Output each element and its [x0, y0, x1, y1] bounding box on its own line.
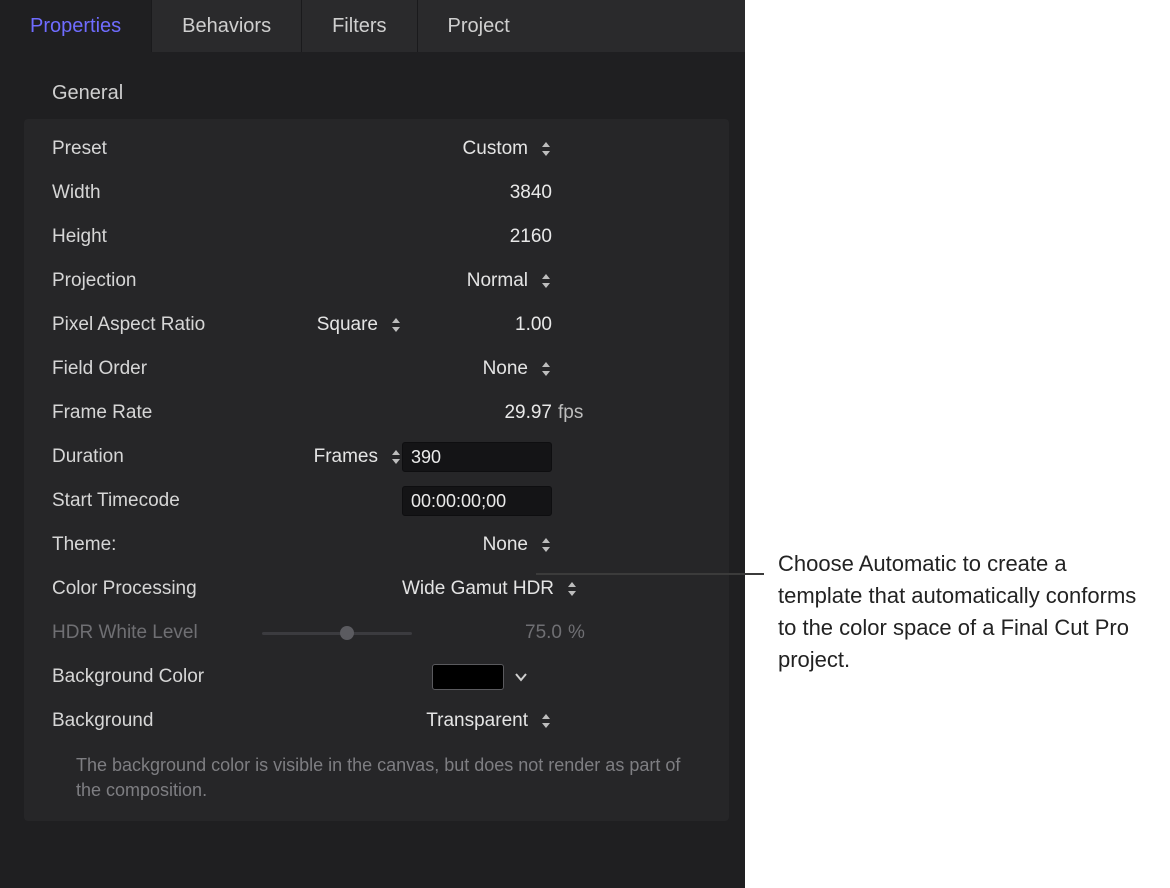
- projection-value: Normal: [467, 270, 528, 292]
- section-general: General: [0, 52, 745, 119]
- width-value[interactable]: 3840: [510, 182, 552, 204]
- label-fieldorder: Field Order: [52, 358, 262, 380]
- height-value[interactable]: 2160: [510, 226, 552, 248]
- par-popup[interactable]: Square: [317, 314, 402, 336]
- bgcolor-swatch: [432, 664, 504, 690]
- fieldorder-popup[interactable]: None: [483, 358, 552, 380]
- duration-unit-popup[interactable]: Frames: [314, 446, 402, 468]
- background-popup[interactable]: Transparent: [426, 710, 552, 732]
- label-framerate: Frame Rate: [52, 402, 262, 424]
- theme-popup[interactable]: None: [483, 534, 552, 556]
- colorproc-popup[interactable]: Wide Gamut HDR: [402, 578, 578, 600]
- label-width: Width: [52, 182, 262, 204]
- row-duration: Duration Frames: [24, 435, 729, 479]
- duration-field[interactable]: [402, 442, 552, 472]
- tab-behaviors[interactable]: Behaviors: [152, 0, 302, 52]
- row-background: Background Transparent: [24, 699, 729, 743]
- chevron-up-down-icon: [390, 449, 402, 465]
- row-framerate: Frame Rate 29.97 fps: [24, 391, 729, 435]
- callout-leader: [536, 573, 764, 575]
- label-height: Height: [52, 226, 262, 248]
- par-number[interactable]: 1.00: [515, 314, 552, 336]
- framerate-suffix: fps: [558, 402, 583, 424]
- row-starttc: Start Timecode: [24, 479, 729, 523]
- projection-popup[interactable]: Normal: [467, 270, 552, 292]
- right-gutter: [745, 0, 1170, 888]
- hdrwhite-suffix: %: [568, 622, 585, 644]
- row-height: Height 2160: [24, 215, 729, 259]
- row-projection: Projection Normal: [24, 259, 729, 303]
- chevron-down-icon: [514, 672, 528, 682]
- fieldorder-value: None: [483, 358, 528, 380]
- label-preset: Preset: [52, 138, 262, 160]
- bgcolor-well[interactable]: [432, 664, 528, 690]
- label-theme: Theme:: [52, 534, 262, 556]
- callout-text: Choose Automatic to create a template th…: [778, 548, 1143, 676]
- chevron-up-down-icon: [540, 273, 552, 289]
- general-rows: Preset Custom Width 3840: [24, 119, 729, 821]
- label-colorproc: Color Processing: [52, 578, 262, 600]
- duration-unit: Frames: [314, 446, 378, 468]
- chevron-up-down-icon: [540, 141, 552, 157]
- chevron-up-down-icon: [540, 361, 552, 377]
- row-fieldorder: Field Order None: [24, 347, 729, 391]
- label-background: Background: [52, 710, 262, 732]
- par-value: Square: [317, 314, 378, 336]
- starttc-field[interactable]: [402, 486, 552, 516]
- label-bgcolor: Background Color: [52, 666, 262, 688]
- tab-properties[interactable]: Properties: [0, 0, 152, 52]
- row-hdrwhite: HDR White Level 75.0 %: [24, 611, 729, 655]
- chevron-up-down-icon: [390, 317, 402, 333]
- inspector-panel: Properties Behaviors Filters Project Gen…: [0, 0, 745, 888]
- framerate-value: 29.97: [504, 402, 552, 424]
- tab-filters[interactable]: Filters: [302, 0, 417, 52]
- chevron-up-down-icon: [566, 581, 578, 597]
- chevron-up-down-icon: [540, 537, 552, 553]
- inspector-tabs: Properties Behaviors Filters Project: [0, 0, 745, 52]
- label-hdrwhite: HDR White Level: [52, 622, 262, 644]
- chevron-up-down-icon: [540, 713, 552, 729]
- row-par: Pixel Aspect Ratio Square 1.00: [24, 303, 729, 347]
- colorproc-value: Wide Gamut HDR: [402, 578, 554, 600]
- hdrwhite-slider[interactable]: [262, 623, 412, 643]
- row-theme: Theme: None: [24, 523, 729, 567]
- label-duration: Duration: [52, 446, 262, 468]
- hdrwhite-value: 75.0: [525, 622, 562, 644]
- label-starttc: Start Timecode: [52, 490, 262, 512]
- theme-value: None: [483, 534, 528, 556]
- label-projection: Projection: [52, 270, 262, 292]
- row-bgcolor: Background Color: [24, 655, 729, 699]
- row-preset: Preset Custom: [24, 127, 729, 171]
- label-par: Pixel Aspect Ratio: [52, 314, 262, 336]
- row-width: Width 3840: [24, 171, 729, 215]
- preset-popup[interactable]: Custom: [463, 138, 552, 160]
- preset-value: Custom: [463, 138, 528, 160]
- background-hint: The background color is visible in the c…: [24, 743, 729, 803]
- background-value: Transparent: [426, 710, 528, 732]
- tab-project[interactable]: Project: [418, 0, 540, 52]
